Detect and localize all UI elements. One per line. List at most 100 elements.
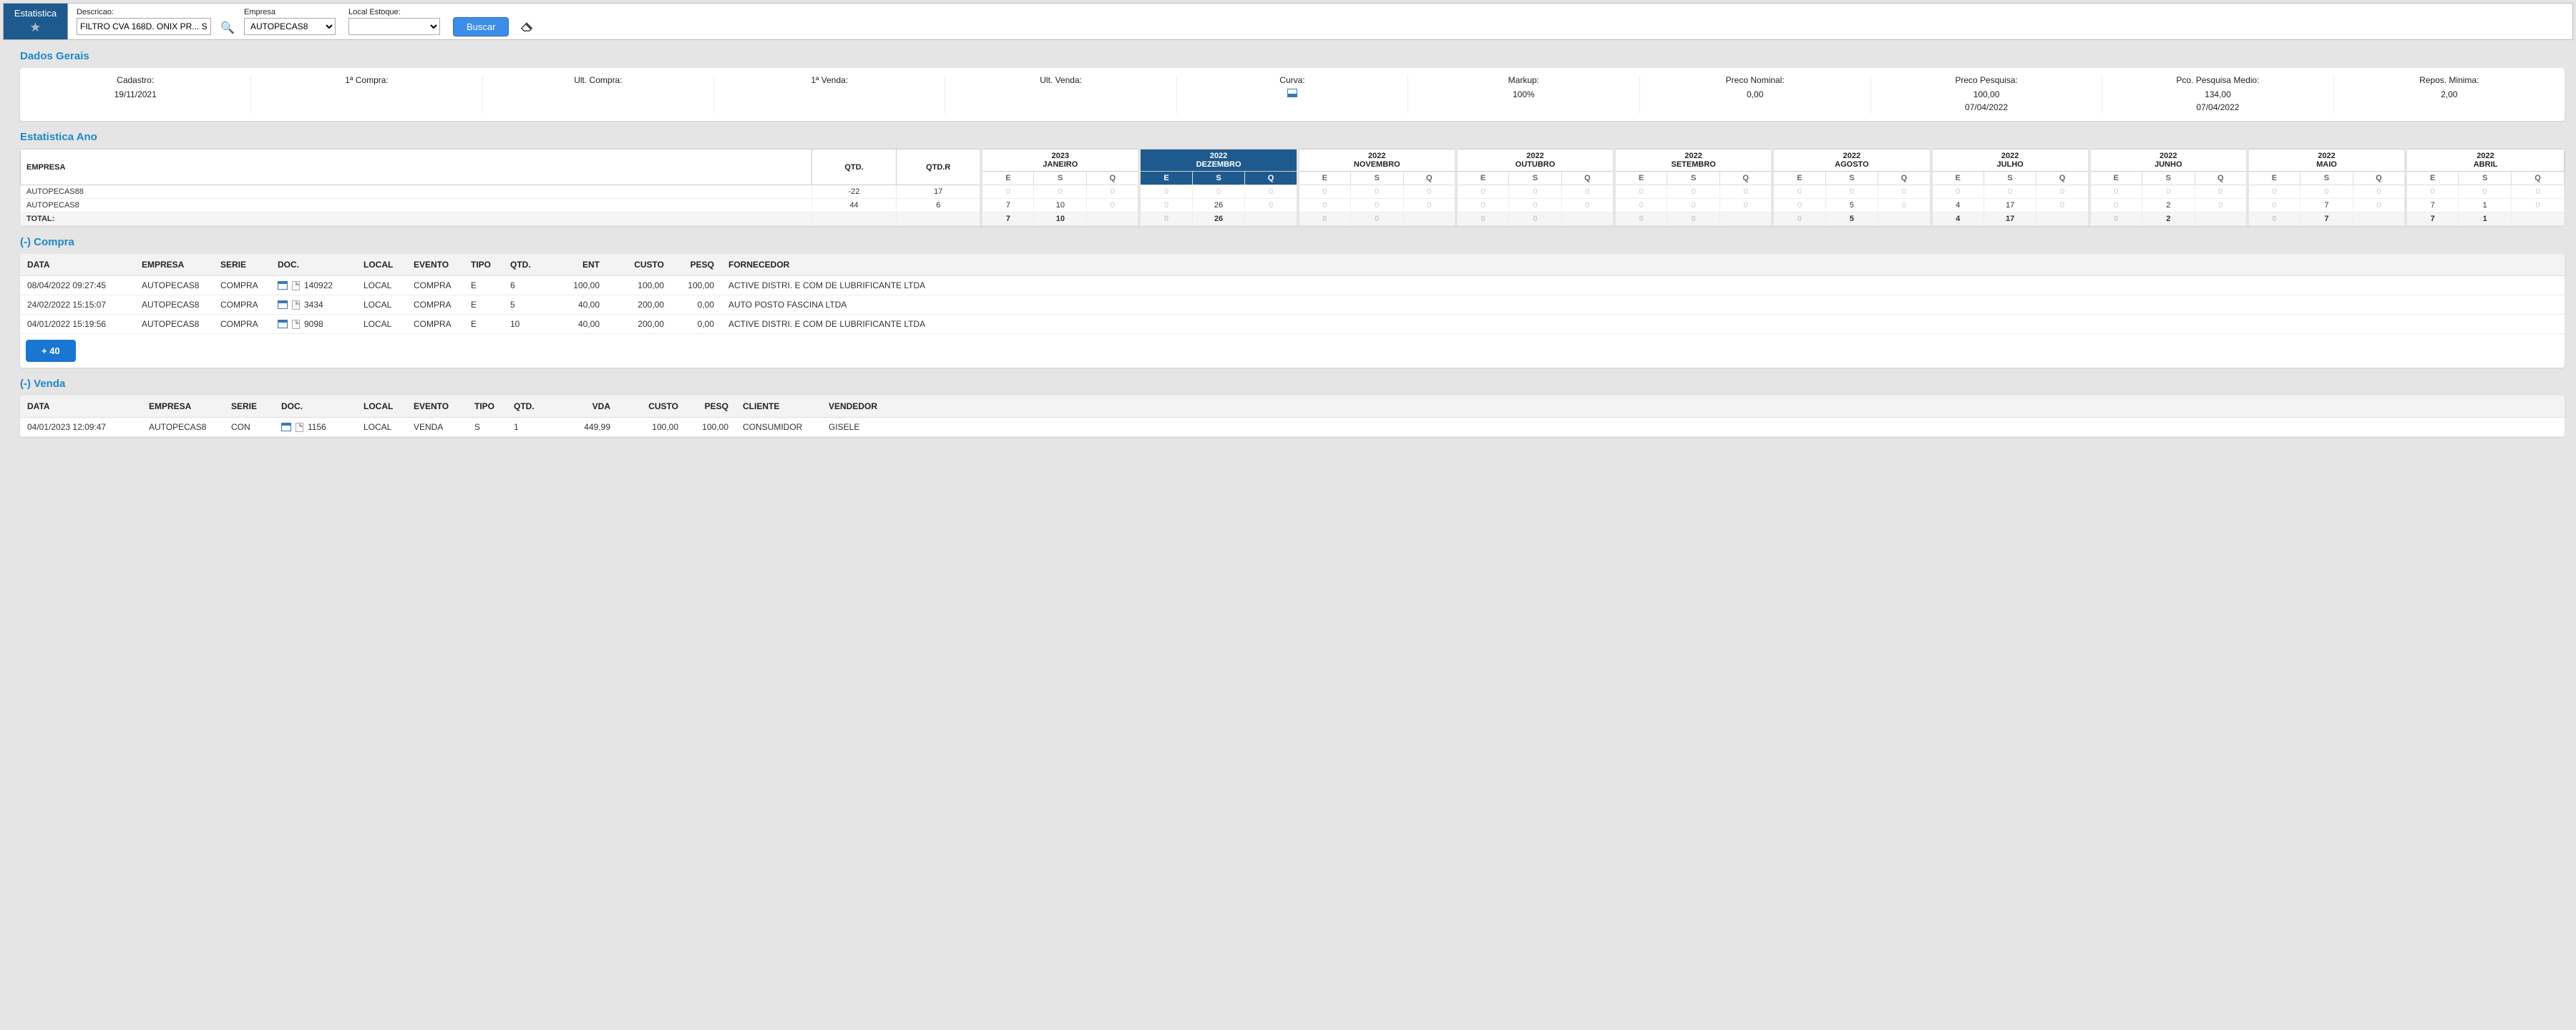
month-header[interactable]: 2022ABRIL [2406,149,2564,172]
sub-col-header: Q [2512,172,2565,185]
col-header: PESQ [686,396,736,418]
sub-col-header: E [1456,172,1509,185]
month-header[interactable]: 2022NOVEMBRO [1298,149,1456,172]
sub-col-header: Q [1245,172,1298,185]
sub-col-header: Q [2353,172,2406,185]
local-label: Local Estoque: [348,8,440,16]
compra-title[interactable]: (-) Compra [20,236,2565,248]
sub-col-header: E [1298,172,1351,185]
search-icon[interactable]: 🔍 [220,19,235,36]
col-header: TIPO [467,396,507,418]
venda-title[interactable]: (-) Venda [20,378,2565,390]
dg-cell: 1ª Venda: [714,75,945,114]
month-header[interactable]: 2023JANEIRO [981,149,1139,172]
month-header[interactable]: 2022OUTUBRO [1456,149,1614,172]
col-header: PESQ [671,254,721,276]
month-header[interactable]: 2022JUNHO [2089,149,2248,172]
col-header: CUSTO [618,396,686,418]
month-header[interactable]: 2022AGOSTO [1772,149,1931,172]
sub-col-header: S [1667,172,1720,185]
venda-table: DATAEMPRESASERIEDOC.LOCALEVENTOTIPOQTD.V… [20,396,2565,437]
buscar-button[interactable]: Buscar [453,17,509,36]
col-header: EMPRESA [142,396,224,418]
sub-col-header: E [2406,172,2459,185]
sub-col-header: Q [2195,172,2248,185]
sub-col-header: E [1931,172,1984,185]
sub-col-header: S [1192,172,1245,185]
sub-col-header: S [2459,172,2512,185]
sub-col-header: E [2248,172,2301,185]
local-select[interactable] [348,18,440,35]
table-row[interactable]: 04/01/2022 15:19:56AUTOPECAS8COMPRA9098L… [20,315,2565,334]
dg-cell: 1ª Compra: [251,75,482,114]
dados-gerais-panel: Cadastro:19/11/20211ª Compra:Ult. Compra… [20,68,2565,121]
month-header[interactable]: 2022MAIO [2248,149,2406,172]
table-row[interactable]: 24/02/2022 15:15:07AUTOPECAS8COMPRA3434L… [20,295,2565,315]
col-header: CLIENTE [736,396,821,418]
empresa-label: Empresa [244,8,336,16]
dg-cell: Preco Nominal:0,00 [1640,75,1871,114]
sub-col-header: E [1139,172,1192,185]
file-icon[interactable] [292,300,300,310]
file-icon[interactable] [292,281,300,290]
col-header: FORNECEDOR [721,254,2565,276]
compra-more-button[interactable]: + 40 [26,340,76,362]
col-header: VDA [550,396,618,418]
sub-col-header: S [1984,172,2036,185]
file-icon[interactable] [296,423,303,432]
calendar-icon[interactable] [278,281,288,290]
dg-cell: Ult. Venda: [945,75,1176,114]
star-icon: ★ [29,20,41,35]
empresa-select[interactable]: AUTOPECAS8 [244,18,336,35]
calendar-icon[interactable] [278,320,288,328]
table-row[interactable]: 08/04/2022 09:27:45AUTOPECAS8COMPRA14092… [20,276,2565,295]
sub-col-header: S [1825,172,1878,185]
stat-row: AUTOPECAS8446710002600000000000504170020… [21,199,2565,212]
month-header[interactable]: 2022JULHO [1931,149,2089,172]
sub-col-header: S [1350,172,1403,185]
sub-col-header: Q [1087,172,1140,185]
clear-icon[interactable] [519,18,535,36]
estatistica-tab[interactable]: Estatistica ★ [4,4,68,39]
month-header[interactable]: 2022DEZEMBRO [1139,149,1297,172]
descricao-input[interactable] [77,18,211,35]
sub-col-header: S [2142,172,2195,185]
file-icon[interactable] [292,320,300,329]
qtd-header: QTD. [811,149,896,185]
col-header: LOCAL [356,254,406,276]
sub-col-header: S [1034,172,1087,185]
col-header: DOC. [270,254,356,276]
col-header: QTD. [503,254,542,276]
col-header: DOC. [274,396,356,418]
sub-col-header: E [2089,172,2142,185]
table-row[interactable]: 04/01/2023 12:09:47AUTOPECAS8CON1156LOCA… [20,418,2565,437]
sub-col-header: E [981,172,1034,185]
dg-cell: Curva: [1177,75,1408,114]
col-header: EMPRESA [135,254,213,276]
sub-col-header: E [1772,172,1825,185]
col-header: SERIE [213,254,270,276]
month-header[interactable]: 2022SETEMBRO [1614,149,1772,172]
stat-row: AUTOPECAS88-2217000000000000000000000000… [21,185,2565,199]
col-header: ENT [542,254,607,276]
sub-col-header: Q [1878,172,1931,185]
dg-cell: Repos. Minima:2,00 [2334,75,2565,114]
calendar-icon[interactable] [1287,89,1297,97]
col-header: VENDEDOR [821,396,2565,418]
tab-label: Estatistica [14,8,57,19]
estatistica-ano-title: Estatistica Ano [20,131,2565,143]
empresa-header: EMPRESA [21,149,812,185]
col-header: SERIE [224,396,274,418]
sub-col-header: Q [1719,172,1772,185]
dg-cell: Cadastro:19/11/2021 [20,75,251,114]
dg-cell: Preco Pesquisa:100,0007/04/2022 [1871,75,2102,114]
col-header: TIPO [464,254,503,276]
compra-table: DATAEMPRESASERIEDOC.LOCALEVENTOTIPOQTD.E… [20,254,2565,334]
calendar-icon[interactable] [278,300,288,309]
sub-col-header: Q [1403,172,1456,185]
dg-cell: Pco. Pesquisa Medio:134,0007/04/2022 [2102,75,2333,114]
calendar-icon[interactable] [281,423,291,431]
col-header: EVENTO [406,396,467,418]
col-header: LOCAL [356,396,406,418]
col-header: DATA [20,396,142,418]
